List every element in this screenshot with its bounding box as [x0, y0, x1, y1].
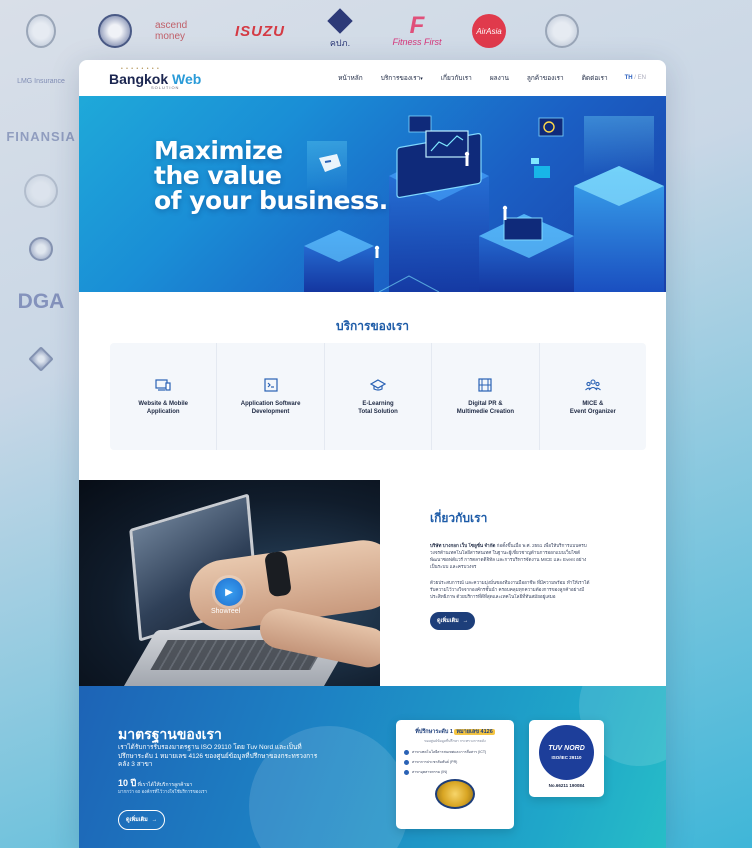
tuv-label: TUV NORD [548, 745, 585, 752]
service-label: Digital PR & Multimedie Creation [456, 400, 515, 415]
nav-home[interactable]: หน้าหลัก [329, 73, 372, 83]
iso-label: ISO/IEC 29110 [551, 755, 582, 760]
nav-services-label: บริการของเรา [380, 75, 421, 82]
dga-logo: DGA [17, 290, 65, 313]
cert-item: สาขาการประชาสัมพันธ์ (PR) [404, 759, 506, 765]
consultant-certificate-card: ที่ปรึกษาระดับ 1 หมายเลข 4126 ของศูนย์ข้… [396, 720, 514, 829]
fitness-first-logo: F Fitness First [392, 8, 442, 54]
service-card-web-mobile[interactable]: Website & Mobile Application [110, 343, 218, 450]
standards-section: มาตรฐานของเรา เราได้รับการรับรองมาตรฐาน … [79, 686, 666, 848]
nav-services[interactable]: บริการของเรา▾ [372, 73, 432, 83]
services-grid: Website & Mobile Application Application… [110, 343, 646, 450]
cert-item: สาขาอุตสาหกรรม (IN) [404, 769, 506, 775]
services-section: บริการของเรา Website & Mobile Applicatio… [79, 292, 666, 480]
nav-about[interactable]: เกี่ยวกับเรา [432, 73, 481, 83]
company-name: บริษัท บางกอก เว็บ โซลูชั่น จำกัด [430, 543, 496, 548]
check-icon [404, 769, 409, 775]
devices-icon [155, 378, 171, 391]
lang-th[interactable]: TH [625, 75, 633, 81]
cert-item-label: สาขาเทคโนโลยีสารสนเทศและการสื่อสาร (ICT) [412, 750, 487, 754]
finansia-logo: FINANSIA [6, 128, 76, 144]
airasia-logo: AirAsia [470, 8, 508, 54]
terminal-icon [264, 377, 278, 392]
police-seal-logo [26, 8, 56, 54]
service-card-elearning[interactable]: E-Learning Total Solution [325, 343, 433, 450]
university-seal-logo [545, 8, 579, 54]
ascend-money-logo: ascend money [155, 20, 188, 42]
about-section: ▶ Showreel เกี่ยวกับเรา บริษัท บางกอก เว… [79, 480, 666, 686]
service-label: E-Learning Total Solution [358, 400, 398, 415]
hero-line-1: Maximize [154, 136, 283, 165]
tuv-nord-badge-icon: TUV NORD ISO/IEC 29110 [539, 725, 594, 780]
check-icon [404, 749, 409, 755]
fitness-first-mark: F [409, 12, 425, 39]
isuzu-logo: ISUZU [235, 22, 285, 40]
lmg-logo: LMG Insurance [17, 77, 65, 85]
service-card-digital-pr[interactable]: Digital PR & Multimedie Creation [432, 343, 540, 450]
brand-sub: SOLUTION [151, 84, 180, 90]
showreel-video-thumbnail[interactable]: ▶ Showreel [79, 480, 380, 686]
chevron-down-icon: ▾ [420, 76, 423, 82]
tuv-nord-certificate-card: TUV NORD ISO/IEC 29110 No.66211 190084 [529, 720, 604, 797]
standards-description: เราได้รับการรับรองมาตรฐาน ISO 29110 โดย … [118, 744, 318, 768]
about-read-more-button[interactable]: ดูเพิ่มเติม → [430, 612, 476, 630]
check-icon [404, 759, 409, 765]
airasia-label: AirAsia [472, 14, 506, 48]
kpk-label: คปภ. [329, 38, 351, 48]
showreel-label: Showreel [211, 608, 241, 615]
hero-banner: Maximize the value of your business. [79, 96, 666, 292]
royal-seal-logo [97, 8, 133, 54]
play-icon[interactable]: ▶ [215, 578, 243, 606]
website-card: • • • • • • • • Bangkok Web SOLUTION หน้… [79, 60, 666, 848]
years-number: 10 ปี [118, 778, 137, 788]
film-icon [478, 377, 493, 392]
lang-en[interactable]: EN [638, 75, 646, 81]
arrow-right-icon: → [462, 618, 469, 624]
about-paragraph-2: ด้วยประสบการณ์ และความมุ่งมั่นของทีมงานม… [430, 580, 590, 599]
client-logos-strip: ascend money ISUZU คปภ. F Fitness First A… [0, 8, 752, 54]
government-seal-logo [10, 174, 72, 208]
cert-heading: ที่ปรึกษาระดับ 1 หมายเลข 4126 [404, 728, 506, 736]
cert-item: สาขาเทคโนโลยีสารสนเทศและการสื่อสาร (ICT) [404, 749, 506, 755]
standards-title: มาตรฐานของเรา [118, 726, 222, 742]
language-switcher: TH / EN [625, 75, 646, 81]
about-paragraph-1: บริษัท บางกอก เว็บ โซลูชั่น จำกัด ก่อตั้… [430, 542, 590, 570]
standards-button-label: ดูเพิ่มเติม [126, 817, 148, 823]
service-label: MICE & Event Organizer [569, 400, 616, 415]
standards-read-more-button[interactable]: ดูเพิ่มเติม → [118, 810, 166, 830]
graduation-cap-icon [370, 378, 387, 391]
brand-name: Bangkok Web [109, 72, 201, 86]
hero-headline: Maximize the value of your business. [154, 138, 388, 213]
kpk-side-logo [10, 344, 72, 374]
nav-clients[interactable]: ลูกค้าของเรา [518, 73, 573, 83]
people-icon [584, 378, 601, 390]
service-card-app-software[interactable]: Application Software Development [217, 343, 325, 450]
cert-item-label: สาขาการประชาสัมพันธ์ (PR) [412, 760, 458, 764]
nav-portfolio[interactable]: ผลงาน [481, 73, 518, 83]
service-label: Website & Mobile Application [138, 400, 188, 415]
service-card-mice[interactable]: MICE & Event Organizer [540, 343, 646, 450]
cert-item-label: สาขาอุตสาหกรรม (IN) [412, 770, 448, 774]
services-title: บริการของเรา [335, 319, 410, 333]
nav-contact[interactable]: ติดต่อเรา [573, 73, 617, 83]
clients-count-text: มากกว่า 60 องค์กรที่ไว้วางใจใช้บริการของ… [118, 789, 208, 794]
bma-logo [10, 234, 72, 264]
about-text-block: เกี่ยวกับเรา บริษัท บางกอก เว็บ โซลูชั่น… [430, 509, 590, 630]
kpk-logo: คปภ. [320, 8, 360, 54]
fitness-first-label: Fitness First [392, 37, 442, 47]
hero-line-2: the value [154, 161, 282, 190]
bangkok-web-logo[interactable]: • • • • • • • • Bangkok Web SOLUTION [109, 66, 201, 90]
cert-subheading: ของศูนย์ข้อมูลที่ปรึกษา กระทรวงการคลัง [424, 739, 486, 743]
about-button-label: ดูเพิ่มเติม [437, 618, 459, 624]
ministry-emblem-icon [435, 779, 475, 809]
cert-heading-a: ที่ปรึกษาระดับ 1 [415, 729, 455, 735]
tuv-certificate-number: No.66211 190084 [548, 783, 585, 788]
cert-heading-b: หมายเลข 4126 [454, 729, 495, 735]
about-title: เกี่ยวกับเรา [430, 511, 488, 525]
service-label: Application Software Development [240, 400, 301, 415]
site-header: • • • • • • • • Bangkok Web SOLUTION หน้… [79, 60, 666, 96]
hero-line-3: of your business. [154, 186, 388, 215]
main-nav: หน้าหลัก บริการของเรา▾ เกี่ยวกับเรา ผลงา… [329, 73, 646, 83]
arrow-right-icon: → [151, 817, 158, 823]
